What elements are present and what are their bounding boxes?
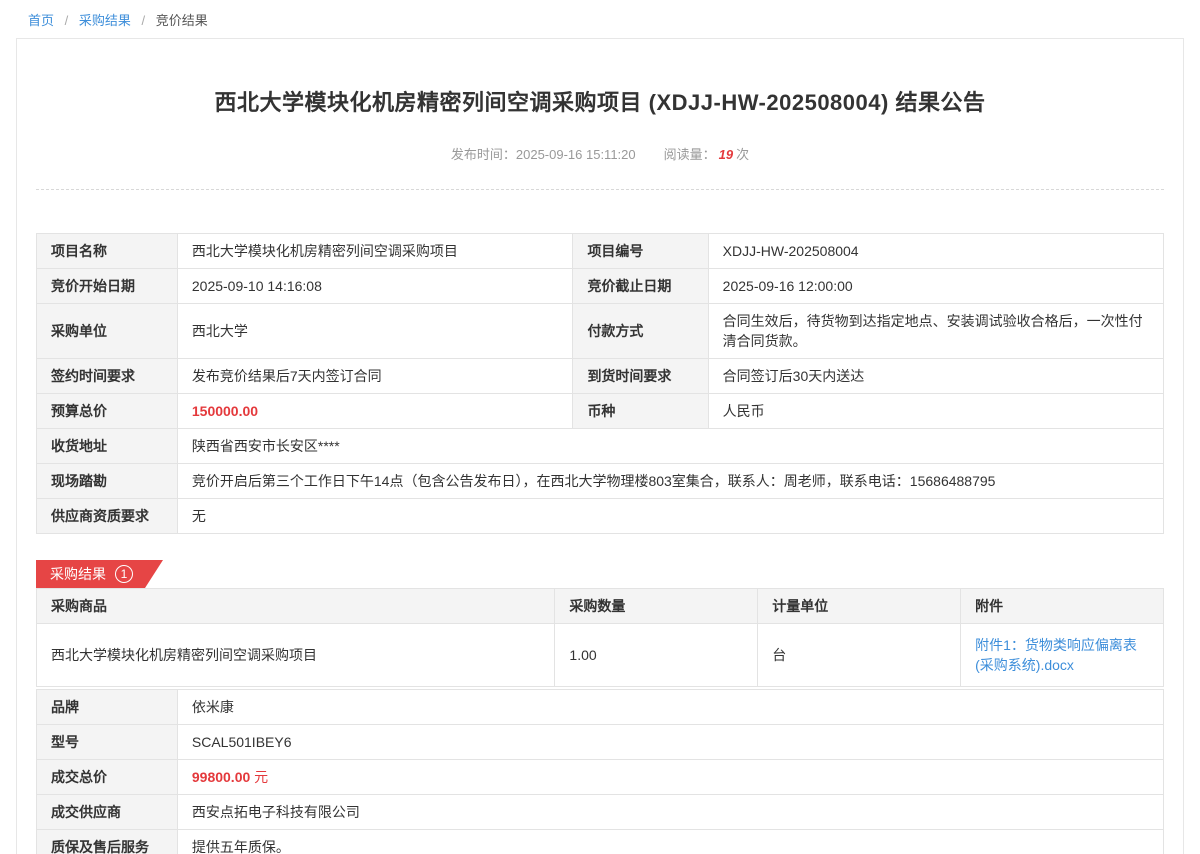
column-header-unit: 计量单位 xyxy=(758,589,961,624)
procurement-result-ribbon: 采购结果 1 xyxy=(36,560,163,588)
table-row: 型号 SCAL501IBEY6 xyxy=(37,725,1164,760)
field-label: 成交总价 xyxy=(37,760,178,795)
brand-value: 依米康 xyxy=(177,690,1163,725)
field-label: 项目编号 xyxy=(573,234,708,269)
announcement-card: 西北大学模块化机房精密列间空调采购项目 (XDJJ-HW-202508004) … xyxy=(16,38,1184,854)
field-label: 品牌 xyxy=(37,690,178,725)
field-label: 质保及售后服务 xyxy=(37,830,178,854)
field-label: 付款方式 xyxy=(573,304,708,359)
warranty-value: 提供五年质保。 xyxy=(177,830,1163,854)
field-value: 2025-09-10 14:16:08 xyxy=(177,269,573,304)
publish-time-value: 2025-09-16 15:11:20 xyxy=(516,147,636,162)
quantity-cell: 1.00 xyxy=(555,624,758,687)
divider xyxy=(36,189,1164,190)
field-label: 成交供应商 xyxy=(37,795,178,830)
attachment-link[interactable]: 附件1：货物类响应偏离表(采购系统).docx xyxy=(975,637,1137,673)
field-label: 型号 xyxy=(37,725,178,760)
breadcrumb-separator: / xyxy=(65,13,69,28)
breadcrumb-procurement-results-link[interactable]: 采购结果 xyxy=(79,13,131,28)
field-value: XDJJ-HW-202508004 xyxy=(708,234,1163,269)
field-value: 发布竞价结果后7天内签订合同 xyxy=(177,359,573,394)
field-label: 项目名称 xyxy=(37,234,178,269)
table-row: 品牌 依米康 xyxy=(37,690,1164,725)
field-label: 币种 xyxy=(573,394,708,429)
table-header-row: 采购商品 采购数量 计量单位 附件 xyxy=(37,589,1164,624)
field-label: 供应商资质要求 xyxy=(37,499,178,534)
table-row: 收货地址 陕西省西安市长安区**** xyxy=(37,429,1164,464)
attachment-cell: 附件1：货物类响应偏离表(采购系统).docx xyxy=(961,624,1164,687)
table-row: 现场踏勘 竞价开启后第三个工作日下午14点（包含公告发布日），在西北大学物理楼8… xyxy=(37,464,1164,499)
field-value: 西北大学 xyxy=(177,304,573,359)
field-label: 现场踏勘 xyxy=(37,464,178,499)
field-value: 陕西省西安市长安区**** xyxy=(177,429,1163,464)
breadcrumb-home-link[interactable]: 首页 xyxy=(28,13,54,28)
field-value: 无 xyxy=(177,499,1163,534)
breadcrumb: 首页 / 采购结果 / 竞价结果 xyxy=(0,0,1200,38)
project-info-table: 项目名称 西北大学模块化机房精密列间空调采购项目 项目编号 XDJJ-HW-20… xyxy=(36,233,1164,534)
unit-cell: 台 xyxy=(758,624,961,687)
breadcrumb-current: 竞价结果 xyxy=(156,13,208,28)
procurement-result-table: 采购商品 采购数量 计量单位 附件 西北大学模块化机房精密列间空调采购项目 1.… xyxy=(36,588,1164,687)
table-row: 项目名称 西北大学模块化机房精密列间空调采购项目 项目编号 XDJJ-HW-20… xyxy=(37,234,1164,269)
column-header-quantity: 采购数量 xyxy=(555,589,758,624)
field-label: 竞价开始日期 xyxy=(37,269,178,304)
field-value: 2025-09-16 12:00:00 xyxy=(708,269,1163,304)
field-value: 人民币 xyxy=(708,394,1163,429)
model-value: SCAL501IBEY6 xyxy=(177,725,1163,760)
column-header-product: 采购商品 xyxy=(37,589,555,624)
article-meta: 发布时间：2025-09-16 15:11:20 阅读量：19次 xyxy=(36,144,1164,163)
field-value: 竞价开启后第三个工作日下午14点（包含公告发布日），在西北大学物理楼803室集合… xyxy=(177,464,1163,499)
table-row: 竞价开始日期 2025-09-10 14:16:08 竞价截止日期 2025-0… xyxy=(37,269,1164,304)
table-row: 签约时间要求 发布竞价结果后7天内签订合同 到货时间要求 合同签订后30天内送达 xyxy=(37,359,1164,394)
deal-price-amount: 99800.00 xyxy=(192,769,250,785)
table-row: 采购单位 西北大学 付款方式 合同生效后，待货物到达指定地点、安装调试验收合格后… xyxy=(37,304,1164,359)
table-row: 供应商资质要求 无 xyxy=(37,499,1164,534)
supplier-value: 西安点拓电子科技有限公司 xyxy=(177,795,1163,830)
publish-time-label: 发布时间： xyxy=(451,147,516,162)
field-label: 签约时间要求 xyxy=(37,359,178,394)
deal-price-unit: 元 xyxy=(254,769,268,785)
field-value: 合同签订后30天内送达 xyxy=(708,359,1163,394)
table-row: 成交总价 99800.00 元 xyxy=(37,760,1164,795)
deal-price-value: 99800.00 元 xyxy=(177,760,1163,795)
table-row: 质保及售后服务 提供五年质保。 xyxy=(37,830,1164,854)
budget-total-value: 150000.00 xyxy=(177,394,573,429)
field-label: 收货地址 xyxy=(37,429,178,464)
field-label: 预算总价 xyxy=(37,394,178,429)
field-value: 合同生效后，待货物到达指定地点、安装调试验收合格后，一次性付清合同货款。 xyxy=(708,304,1163,359)
table-row: 西北大学模块化机房精密列间空调采购项目 1.00 台 附件1：货物类响应偏离表(… xyxy=(37,624,1164,687)
column-header-attachment: 附件 xyxy=(961,589,1164,624)
views-unit: 次 xyxy=(736,147,749,162)
table-row: 预算总价 150000.00 币种 人民币 xyxy=(37,394,1164,429)
table-row: 成交供应商 西安点拓电子科技有限公司 xyxy=(37,795,1164,830)
result-count-badge: 1 xyxy=(115,565,133,583)
ribbon-label: 采购结果 xyxy=(50,564,106,584)
views-count: 19 xyxy=(719,147,733,162)
field-value: 西北大学模块化机房精密列间空调采购项目 xyxy=(177,234,573,269)
field-label: 到货时间要求 xyxy=(573,359,708,394)
deal-detail-table: 品牌 依米康 型号 SCAL501IBEY6 成交总价 99800.00 元 成… xyxy=(36,689,1164,854)
views-label: 阅读量： xyxy=(664,147,716,162)
breadcrumb-separator: / xyxy=(142,13,146,28)
field-label: 采购单位 xyxy=(37,304,178,359)
field-label: 竞价截止日期 xyxy=(573,269,708,304)
product-name-cell: 西北大学模块化机房精密列间空调采购项目 xyxy=(37,624,555,687)
page-title: 西北大学模块化机房精密列间空调采购项目 (XDJJ-HW-202508004) … xyxy=(36,39,1164,117)
